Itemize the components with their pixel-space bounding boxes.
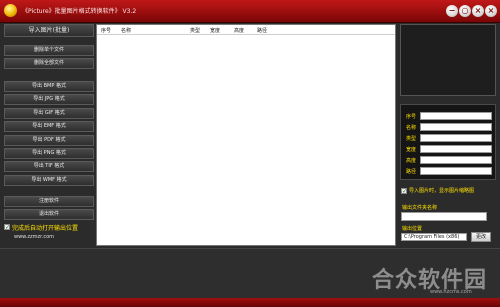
bottom-band: [0, 298, 500, 307]
prop-label-name: 名称: [406, 125, 417, 131]
prop-field-width[interactable]: [420, 145, 492, 153]
auto-open-checkbox[interactable]: ✓ 完成后自动打开输出位置: [4, 223, 96, 232]
website-link[interactable]: www.zzmzr.com: [14, 234, 54, 240]
prop-field-path[interactable]: [420, 167, 492, 175]
prop-field-name[interactable]: [420, 123, 492, 131]
output-folder-name-label: 输出文件夹名称: [402, 205, 438, 211]
left-panel: 导入图片(批量) 删除单个文件 删除全部文件 导出 BMP 格式 导出 JPG …: [4, 24, 94, 244]
exit-button[interactable]: 退出软件: [4, 209, 94, 220]
change-location-button[interactable]: 更改: [471, 232, 491, 242]
window-title: 《Picture》批量图片格式转换软件》 V3.2: [22, 8, 137, 15]
column-header-width[interactable]: 宽度: [210, 27, 220, 34]
minimize-button[interactable]: −: [446, 5, 458, 17]
prop-field-height[interactable]: [420, 156, 492, 164]
export-wmf-button[interactable]: 导出 WMF 格式: [4, 175, 94, 186]
checkmark-icon: ✓: [4, 224, 11, 231]
column-header-type[interactable]: 类型: [190, 27, 200, 34]
title-bar: 《Picture》批量图片格式转换软件》 V3.2 − ○ × ×: [0, 0, 500, 23]
checkmark-icon: ✓: [401, 188, 408, 195]
export-tif-button[interactable]: 导出 TIF 格式: [4, 161, 94, 172]
app-logo-icon: [4, 4, 17, 17]
delete-single-button[interactable]: 删除单个文件: [4, 45, 94, 56]
column-header-height[interactable]: 高度: [234, 27, 244, 34]
column-header-name[interactable]: 名称: [121, 27, 131, 34]
header-divider: [97, 34, 395, 35]
restore-button[interactable]: ○: [459, 5, 471, 17]
show-thumbnail-checkbox[interactable]: ✓ 导入图片时，显示图片缩略图: [401, 187, 497, 196]
export-pdf-button[interactable]: 导出 PDF 格式: [4, 135, 94, 146]
prop-label-width: 宽度: [406, 147, 417, 153]
properties-panel: 序号 名称 类型 宽度 高度 路径: [400, 104, 496, 180]
output-location-label: 输出位置: [402, 226, 423, 232]
column-header-path[interactable]: 路径: [257, 27, 267, 34]
export-emf-button[interactable]: 导出 EMF 格式: [4, 121, 94, 132]
close-button-1[interactable]: ×: [472, 5, 484, 17]
prop-field-type[interactable]: [420, 134, 492, 142]
prop-label-index: 序号: [406, 114, 417, 120]
export-png-button[interactable]: 导出 PNG 格式: [4, 148, 94, 159]
watermark-url: www.hzcms.com: [430, 289, 472, 295]
delete-all-button[interactable]: 删除全部文件: [4, 58, 94, 69]
close-button-2[interactable]: ×: [485, 5, 497, 17]
prop-label-path: 路径: [406, 169, 417, 175]
register-button[interactable]: 注册软件: [4, 196, 94, 207]
export-jpg-button[interactable]: 导出 JPG 格式: [4, 94, 94, 105]
show-thumbnail-label: 导入图片时，显示图片缩略图: [409, 188, 475, 194]
prop-field-index[interactable]: [420, 112, 492, 120]
auto-open-label: 完成后自动打开输出位置: [12, 225, 79, 232]
export-gif-button[interactable]: 导出 GIF 格式: [4, 108, 94, 119]
image-preview-area: [400, 24, 496, 96]
column-header-index[interactable]: 序号: [101, 27, 111, 34]
output-folder-name-input[interactable]: [401, 212, 487, 221]
prop-label-type: 类型: [406, 136, 417, 142]
import-images-button[interactable]: 导入图片(批量): [4, 24, 94, 37]
file-list-table[interactable]: 序号 名称 类型 宽度 高度 路径: [96, 24, 396, 246]
output-path-input[interactable]: C:\Program Files (x86): [401, 233, 467, 241]
export-bmp-button[interactable]: 导出 BMP 格式: [4, 81, 94, 92]
prop-label-height: 高度: [406, 158, 417, 164]
